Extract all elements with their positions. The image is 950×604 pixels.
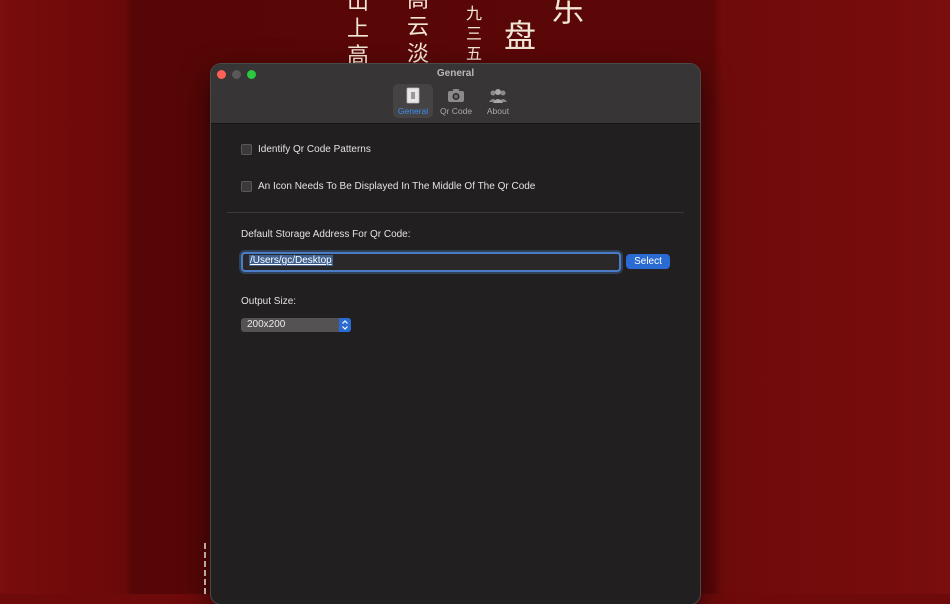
wallpaper-char: 盘 xyxy=(504,17,537,55)
preferences-window: General General Qr Code About Identify Q… xyxy=(211,64,700,604)
tab-general[interactable]: General xyxy=(393,84,433,118)
storage-path-value: /Users/gc/Desktop xyxy=(249,255,333,266)
storage-path-field[interactable]: /Users/gc/Desktop xyxy=(241,252,621,272)
center-icon-option[interactable]: An Icon Needs To Be Displayed In The Mid… xyxy=(241,181,535,192)
wallpaper-dashed-line xyxy=(204,543,206,594)
chevron-updown-icon xyxy=(342,320,348,330)
output-size-label: Output Size: xyxy=(241,296,297,307)
general-icon xyxy=(406,87,420,104)
tab-qr-code[interactable]: Qr Code xyxy=(436,84,476,118)
output-size-value: 200x200 xyxy=(247,319,286,330)
title-bar: General General Qr Code About xyxy=(211,64,700,124)
tab-about[interactable]: About xyxy=(478,84,518,118)
wallpaper-char: 九 xyxy=(466,4,483,23)
people-icon xyxy=(489,89,507,103)
center-icon-checkbox[interactable] xyxy=(241,181,252,192)
wallpaper-char: 三 xyxy=(466,24,483,43)
identify-patterns-option[interactable]: Identify Qr Code Patterns xyxy=(241,144,371,155)
output-size-select[interactable]: 200x200 xyxy=(241,318,351,332)
section-divider xyxy=(227,212,684,213)
wallpaper-text-column: 山 上 高 xyxy=(347,0,369,73)
wallpaper-char: 五 xyxy=(466,44,483,63)
tab-about-label: About xyxy=(486,106,510,116)
wallpaper-char: 上 xyxy=(347,17,370,42)
window-title: General xyxy=(436,68,475,79)
general-settings-pane: Identify Qr Code Patterns An Icon Needs … xyxy=(211,124,700,604)
tab-qr-code-label: Qr Code xyxy=(439,106,473,116)
wallpaper-char: 云 xyxy=(407,15,430,40)
wallpaper-text-column: 高 云 淡 xyxy=(407,0,429,71)
wallpaper-char: 乐 xyxy=(552,0,585,29)
camera-icon xyxy=(448,89,464,102)
tab-general-label: General xyxy=(397,106,429,116)
stepper-arrows-icon[interactable] xyxy=(339,318,351,332)
center-icon-label: An Icon Needs To Be Displayed In The Mid… xyxy=(258,181,536,192)
select-folder-button[interactable]: Select xyxy=(626,254,670,269)
storage-address-label: Default Storage Address For Qr Code: xyxy=(241,229,411,240)
identify-patterns-checkbox[interactable] xyxy=(241,144,252,155)
identify-patterns-label: Identify Qr Code Patterns xyxy=(258,144,371,155)
wallpaper-text-column: 九 三 五 xyxy=(466,6,482,66)
